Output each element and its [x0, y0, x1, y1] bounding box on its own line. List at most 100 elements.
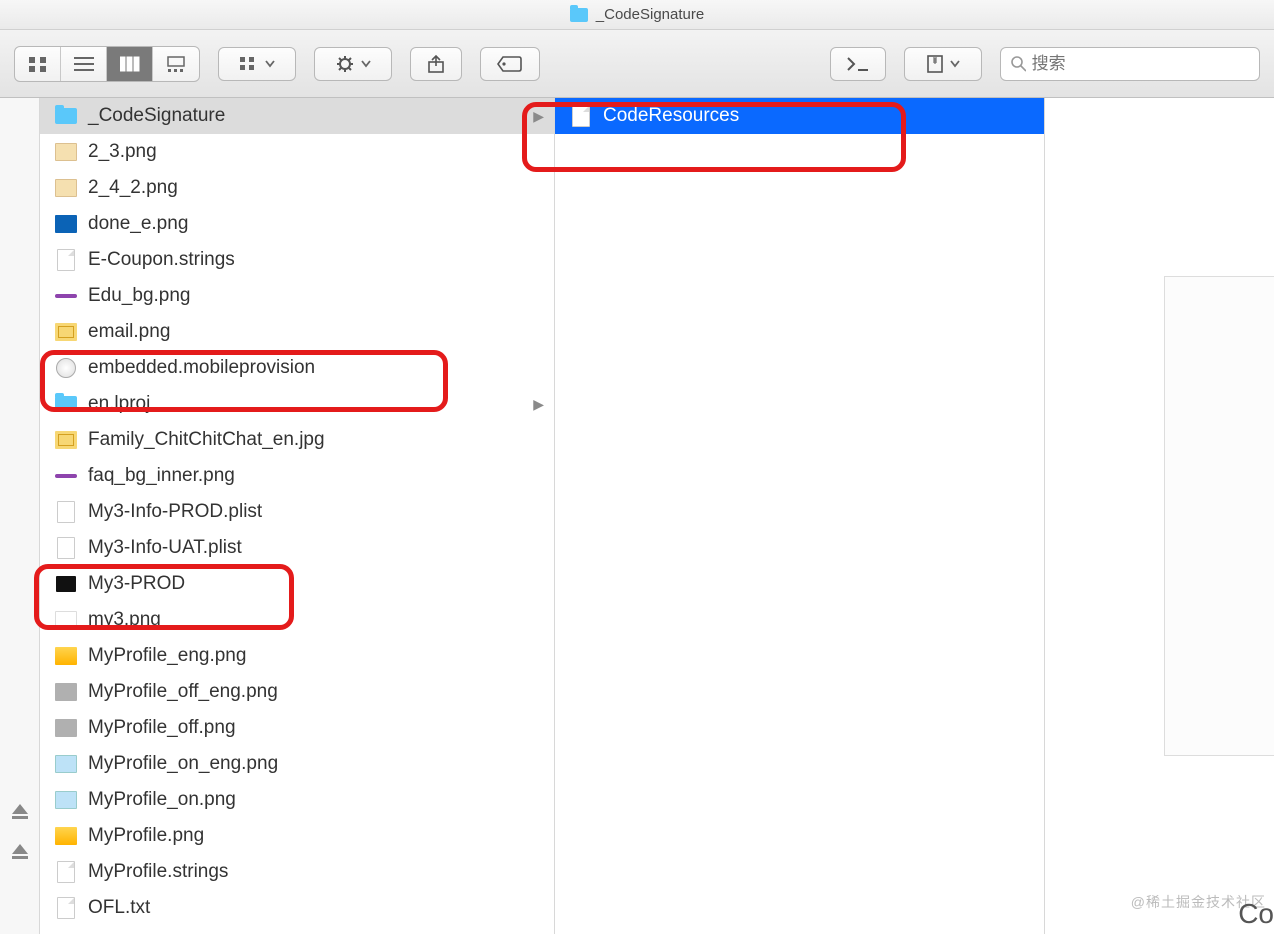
- plist-icon: [54, 537, 78, 559]
- file-name: MyProfile.strings: [88, 861, 228, 883]
- search-field[interactable]: [1000, 47, 1260, 81]
- file-name: done_e.png: [88, 213, 188, 235]
- chevron-right-icon: ▶: [533, 396, 544, 413]
- file-row[interactable]: 2_4_2.png: [40, 170, 554, 206]
- sidebar: [0, 98, 40, 934]
- provision-icon: [54, 357, 78, 379]
- document-icon: [54, 897, 78, 919]
- plist-icon: [54, 501, 78, 523]
- file-row[interactable]: My3-PROD: [40, 566, 554, 602]
- file-name: MyProfile_on.png: [88, 789, 236, 811]
- file-row[interactable]: en.lproj ▶: [40, 386, 554, 422]
- column-browser: _CodeSignature▶2_3.png2_4_2.pngdone_e.pn…: [0, 98, 1274, 934]
- preview-thumbnail: [1164, 276, 1274, 756]
- file-name: embedded.mobileprovision: [88, 357, 315, 379]
- image-icon: [54, 465, 78, 487]
- list-view-button[interactable]: [61, 47, 107, 81]
- search-input[interactable]: [1032, 54, 1249, 74]
- image-icon: [54, 753, 78, 775]
- tags-button[interactable]: [480, 47, 540, 81]
- file-name: en.lproj: [88, 393, 150, 415]
- image-icon: [54, 825, 78, 847]
- file-name: my3.png: [88, 609, 161, 631]
- toolbar: [0, 30, 1274, 98]
- image-icon: [54, 321, 78, 343]
- column-view-button[interactable]: [107, 47, 153, 81]
- tag-icon: [497, 55, 523, 73]
- image-icon: [54, 681, 78, 703]
- document-icon: [54, 861, 78, 883]
- file-row[interactable]: MyProfile_off_eng.png: [40, 674, 554, 710]
- file-row[interactable]: 2_3.png: [40, 134, 554, 170]
- image-icon: [54, 141, 78, 163]
- file-row[interactable]: Family_ChitChitChat_en.jpg: [40, 422, 554, 458]
- file-row[interactable]: MyProfile.png: [40, 818, 554, 854]
- executable-icon: [54, 573, 78, 595]
- file-name: My3-PROD: [88, 573, 185, 595]
- folder-icon: [570, 8, 588, 22]
- icon-view-button[interactable]: [15, 47, 61, 81]
- document-icon: [569, 105, 593, 127]
- column-1[interactable]: _CodeSignature▶2_3.png2_4_2.pngdone_e.pn…: [40, 98, 555, 934]
- image-icon: [54, 213, 78, 235]
- file-name: E-Coupon.strings: [88, 249, 235, 271]
- gallery-view-button[interactable]: [153, 47, 199, 81]
- file-row[interactable]: _CodeSignature▶: [40, 98, 554, 134]
- file-name: MyProfile_off.png: [88, 717, 236, 739]
- preview-label: Co: [1238, 898, 1274, 930]
- column-2[interactable]: CodeResources: [555, 98, 1045, 934]
- file-row[interactable]: MyProfile_on.png: [40, 782, 554, 818]
- chevron-down-icon: [265, 60, 275, 68]
- image-icon: [54, 429, 78, 451]
- file-row[interactable]: email.png: [40, 314, 554, 350]
- terminal-button[interactable]: [830, 47, 886, 81]
- chevron-down-icon: [950, 60, 960, 68]
- document-icon: [54, 249, 78, 271]
- file-name: Edu_bg.png: [88, 285, 191, 307]
- image-icon: [54, 645, 78, 667]
- share-button[interactable]: [410, 47, 462, 81]
- file-row[interactable]: Edu_bg.png: [40, 278, 554, 314]
- file-name: MyProfile.png: [88, 825, 204, 847]
- file-row[interactable]: OFL.txt: [40, 890, 554, 926]
- quicklook-button[interactable]: [904, 47, 982, 81]
- arrange-button[interactable]: [218, 47, 296, 81]
- search-icon: [1011, 56, 1026, 72]
- file-row[interactable]: MyProfile_eng.png: [40, 638, 554, 674]
- file-row[interactable]: faq_bg_inner.png: [40, 458, 554, 494]
- file-name: email.png: [88, 321, 170, 343]
- file-name: MyProfile_on_eng.png: [88, 753, 278, 775]
- image-icon: [54, 285, 78, 307]
- eject-icon[interactable]: [12, 844, 28, 854]
- file-row[interactable]: MyProfile_off.png: [40, 710, 554, 746]
- file-name: My3-Info-PROD.plist: [88, 501, 262, 523]
- file-row[interactable]: done_e.png: [40, 206, 554, 242]
- file-name: 2_4_2.png: [88, 177, 178, 199]
- file-name: MyProfile_eng.png: [88, 645, 246, 667]
- file-name: 2_3.png: [88, 141, 157, 163]
- folder-icon: [54, 393, 78, 415]
- file-row[interactable]: MyProfile.strings: [40, 854, 554, 890]
- file-name: _CodeSignature: [88, 105, 225, 127]
- file-row[interactable]: embedded.mobileprovision: [40, 350, 554, 386]
- file-name: MyProfile_off_eng.png: [88, 681, 278, 703]
- file-row[interactable]: My3-Info-PROD.plist: [40, 494, 554, 530]
- file-row[interactable]: my3.png: [40, 602, 554, 638]
- action-button[interactable]: [314, 47, 392, 81]
- image-icon: [54, 609, 78, 631]
- file-name: faq_bg_inner.png: [88, 465, 235, 487]
- image-icon: [54, 789, 78, 811]
- window-title: _CodeSignature: [596, 6, 704, 23]
- file-row[interactable]: E-Coupon.strings: [40, 242, 554, 278]
- folder-icon: [54, 105, 78, 127]
- file-row[interactable]: CodeResources: [555, 98, 1044, 134]
- image-icon: [54, 717, 78, 739]
- file-name: CodeResources: [603, 105, 739, 127]
- eject-icon[interactable]: [12, 804, 28, 814]
- file-name: Family_ChitChitChat_en.jpg: [88, 429, 325, 451]
- gear-icon: [335, 54, 355, 74]
- file-row[interactable]: My3-Info-UAT.plist: [40, 530, 554, 566]
- file-name: OFL.txt: [88, 897, 150, 919]
- chevron-down-icon: [361, 60, 371, 68]
- file-row[interactable]: MyProfile_on_eng.png: [40, 746, 554, 782]
